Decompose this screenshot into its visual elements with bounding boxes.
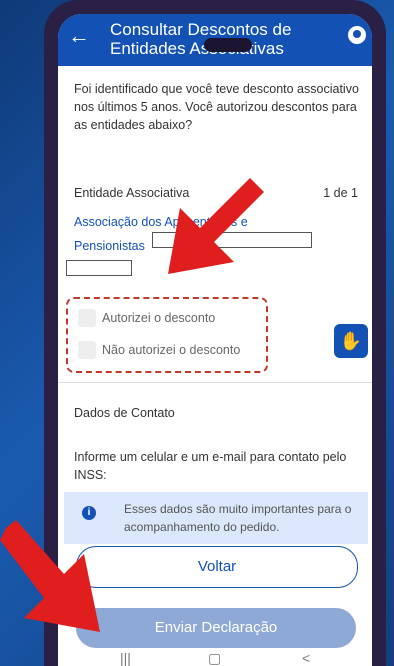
home-icon[interactable]: ▢	[208, 650, 221, 666]
not-authorized-checkbox[interactable]	[78, 341, 96, 359]
authorized-checkbox[interactable]	[78, 309, 96, 327]
recent-apps-icon[interactable]: |||	[120, 650, 131, 666]
redaction-box	[66, 260, 132, 276]
info-icon: i	[82, 506, 96, 520]
contact-title: Dados de Contato	[74, 406, 175, 420]
camera-notch	[204, 38, 252, 52]
options-highlight: Autorizei o desconto Não autorizei o des…	[66, 297, 268, 373]
android-nav-bar: ||| ▢ <	[58, 650, 372, 666]
authorized-label: Autorizei o desconto	[102, 311, 216, 325]
nav-back-icon[interactable]: <	[302, 650, 310, 666]
section-divider	[58, 382, 372, 383]
back-arrow-icon[interactable]: ←	[68, 24, 92, 48]
user-icon[interactable]	[348, 26, 366, 44]
red-arrow-icon	[0, 520, 100, 632]
not-authorized-label: Não autorizei o desconto	[102, 343, 241, 357]
red-arrow-icon	[168, 178, 264, 274]
info-text: Esses dados são muito importantes para o…	[124, 502, 352, 534]
accessibility-hand-icon[interactable]: ✋	[334, 324, 368, 358]
contact-prompt: Informe um celular e um e-mail para cont…	[74, 450, 347, 482]
submit-button[interactable]: Enviar Declaração	[76, 608, 356, 648]
intro-text: Foi identificado que você teve desconto …	[74, 82, 359, 132]
pagination: 1 de 1	[323, 186, 358, 200]
back-button[interactable]: Voltar	[76, 546, 358, 588]
